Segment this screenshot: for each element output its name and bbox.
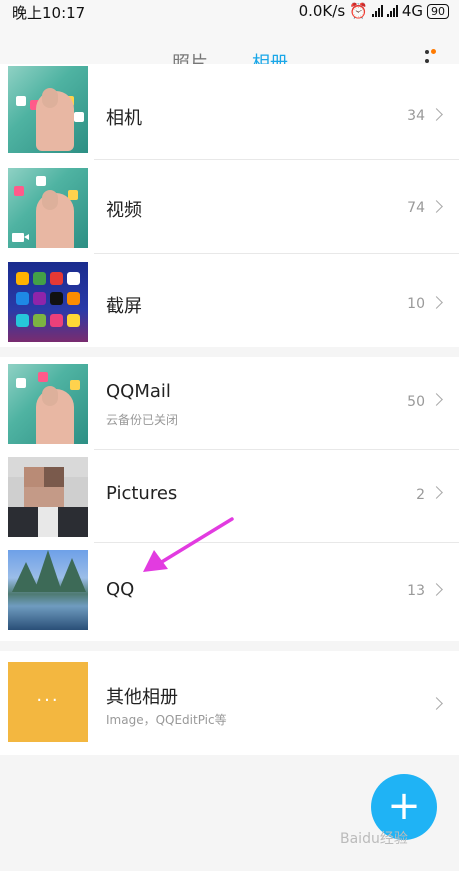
watermark: Baidu经验 [340, 831, 408, 847]
plus-icon: + [387, 783, 421, 829]
annotation-arrow [143, 517, 234, 572]
